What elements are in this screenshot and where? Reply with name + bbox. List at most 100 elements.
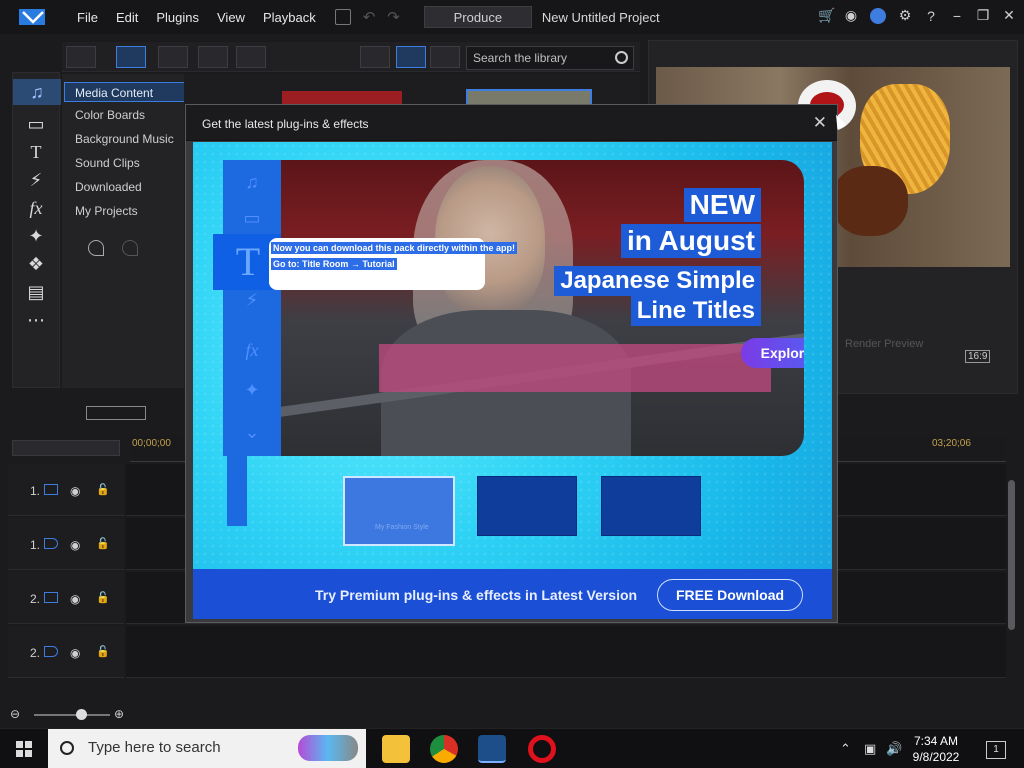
track-header-video-2: 2. ◉ 🔓: [8, 572, 124, 624]
save-icon[interactable]: [334, 9, 351, 25]
close-icon[interactable]: ✕: [1002, 7, 1016, 24]
explore-more-button[interactable]: Explore More: [741, 338, 804, 368]
filter-room-icon[interactable]: ❖: [25, 255, 47, 273]
undo-icon[interactable]: ↶: [363, 8, 376, 26]
network-icon[interactable]: ▣: [864, 741, 876, 757]
system-clock[interactable]: 7:34 AM 9/8/2022: [902, 733, 970, 765]
chevron-up-icon[interactable]: ⌃: [840, 741, 851, 757]
dialog-close-icon[interactable]: ✕: [813, 113, 827, 133]
category-color-boards[interactable]: Color Boards: [75, 108, 145, 122]
eye-icon[interactable]: ◉: [70, 484, 80, 498]
carousel-thumb-3[interactable]: [601, 476, 701, 536]
chrome-icon[interactable]: [430, 735, 458, 763]
lock-icon[interactable]: 🔓: [96, 537, 110, 550]
apps-icon[interactable]: [430, 46, 460, 68]
render-preview-label[interactable]: Render Preview: [845, 338, 923, 350]
audio-filter-icon[interactable]: [236, 46, 266, 68]
lock-icon[interactable]: 🔓: [96, 645, 110, 658]
powerdirector-taskbar-icon[interactable]: [478, 735, 506, 763]
menu-view[interactable]: View: [208, 10, 254, 25]
restore-icon[interactable]: ❐: [976, 7, 990, 24]
dialog-title: Get the latest plug-ins & effects: [202, 117, 369, 131]
lock-icon[interactable]: 🔓: [96, 483, 110, 496]
video-filter-icon[interactable]: [158, 46, 188, 68]
category-downloaded[interactable]: Downloaded: [75, 180, 142, 194]
notification-icon[interactable]: [870, 7, 886, 24]
timeline-vertical-scrollbar[interactable]: [1006, 462, 1018, 698]
title-room-icon[interactable]: T: [25, 143, 47, 161]
opera-icon[interactable]: [528, 735, 556, 763]
subtitle-room-icon[interactable]: ▤: [25, 283, 47, 301]
library-search-input[interactable]: Search the library: [466, 46, 634, 70]
promo-video[interactable]: NEW in August Japanese Simple Line Title…: [281, 160, 804, 456]
track-manager-icon[interactable]: [12, 440, 120, 456]
track-header-audio-1: 1. ◉ 🔓: [8, 518, 124, 570]
carousel-thumb-2[interactable]: [477, 476, 577, 536]
lock-icon[interactable]: 🔓: [96, 591, 110, 604]
taskbar: Type here to search ⌃ ▣ 🔊 7:34 AM 9/8/20…: [0, 728, 1024, 768]
video-track-icon: [44, 484, 58, 495]
aspect-ratio-selector[interactable]: 16:9: [965, 350, 991, 363]
volume-icon[interactable]: 🔊: [886, 741, 902, 757]
redo-icon[interactable]: ↷: [387, 8, 400, 26]
particle-room-icon[interactable]: ✦: [25, 227, 47, 245]
track-lane[interactable]: [126, 626, 1006, 678]
library-toolbar: Search the library: [62, 42, 640, 72]
preview-wings: [832, 166, 908, 236]
menu-file[interactable]: File: [68, 10, 107, 25]
produce-button[interactable]: Produce: [423, 6, 532, 28]
fx-room-icon[interactable]: fx: [25, 199, 47, 217]
media-room-icon[interactable]: ♫: [13, 79, 61, 105]
grid-view-icon[interactable]: [396, 46, 426, 68]
help-icon[interactable]: ?: [924, 8, 938, 24]
notification-line-1: Now you can download this pack directly …: [271, 242, 518, 254]
image-filter-icon[interactable]: [198, 46, 228, 68]
scrollbar-thumb[interactable]: [1008, 480, 1015, 630]
eye-icon[interactable]: ◉: [70, 592, 80, 606]
audio-track-icon: [44, 538, 58, 549]
free-download-button[interactable]: FREE Download: [657, 579, 803, 611]
category-sound-clips[interactable]: Sound Clips: [75, 156, 140, 170]
cart-icon[interactable]: 🛒: [818, 7, 835, 24]
action-center-icon[interactable]: 1: [986, 741, 1006, 759]
timeline-start: 00;00;00: [132, 438, 171, 449]
media-filter-all-icon[interactable]: [116, 46, 146, 68]
menu-plugins[interactable]: Plugins: [147, 10, 208, 25]
plugins-dialog: Get the latest plug-ins & effects ✕ ♫ ▭ …: [185, 104, 838, 623]
search-icon[interactable]: [615, 51, 628, 64]
account-icon[interactable]: ◉: [844, 7, 858, 24]
mock-chevron-down-icon: ⌄: [244, 422, 260, 442]
eye-icon[interactable]: ◉: [70, 538, 80, 552]
search-highlight-icon[interactable]: [298, 735, 358, 761]
track-header-video-1: 1. ◉ 🔓: [8, 464, 124, 516]
zoom-slider-knob[interactable]: [76, 709, 87, 720]
category-background-music[interactable]: Background Music: [75, 132, 174, 146]
pip-room-icon[interactable]: ▭: [25, 115, 47, 133]
zoom-out-icon[interactable]: ⊖: [10, 707, 20, 721]
gear-icon[interactable]: ⚙: [898, 7, 912, 24]
start-windows-icon[interactable]: [16, 741, 32, 757]
footer-text: Try Premium plug-ins & effects in Latest…: [315, 587, 638, 603]
more-icon[interactable]: ⋯: [25, 311, 47, 329]
menu-playback[interactable]: Playback: [254, 10, 325, 25]
eye-icon[interactable]: ◉: [70, 646, 80, 660]
zoom-in-icon[interactable]: ⊕: [114, 707, 124, 721]
timeline-horizontal-scrollbar[interactable]: ⊖ ⊕: [0, 704, 1024, 726]
track-number: 1.: [30, 484, 41, 498]
mock-media-icon: ♫: [245, 172, 259, 192]
category-my-projects[interactable]: My Projects: [75, 204, 138, 218]
zoom-slider-track[interactable]: [34, 714, 110, 716]
timeline-tools-icon[interactable]: [86, 406, 146, 420]
remove-tag-icon[interactable]: [122, 240, 138, 256]
taskbar-search-placeholder: Type here to search: [88, 739, 221, 756]
add-tag-icon[interactable]: [88, 240, 104, 256]
file-explorer-icon[interactable]: [382, 735, 410, 763]
minimize-icon[interactable]: −: [950, 8, 964, 24]
import-media-icon[interactable]: [66, 46, 96, 68]
list-view-icon[interactable]: [360, 46, 390, 68]
carousel-thumb-1[interactable]: My Fashion Style: [343, 476, 455, 546]
menu-edit[interactable]: Edit: [107, 10, 147, 25]
taskbar-search-input[interactable]: Type here to search: [48, 729, 366, 768]
transition-room-icon[interactable]: ⚡: [25, 171, 47, 189]
notification-line-2: Go to: Title Room → Tutorial: [271, 258, 397, 270]
